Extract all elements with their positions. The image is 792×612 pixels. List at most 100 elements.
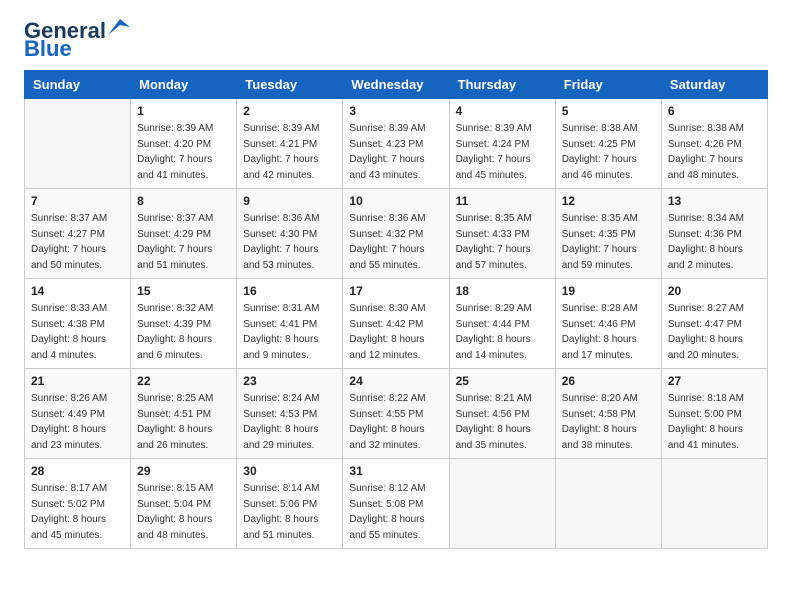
calendar-cell: 10 Sunrise: 8:36 AM Sunset: 4:32 PM Dayli… (343, 189, 449, 279)
calendar-cell: 9 Sunrise: 8:36 AM Sunset: 4:30 PM Daylig… (237, 189, 343, 279)
day-info: Sunrise: 8:20 AM Sunset: 4:58 PM Dayligh… (562, 391, 655, 453)
day-number: 30 (243, 464, 336, 478)
day-info: Sunrise: 8:36 AM Sunset: 4:30 PM Dayligh… (243, 211, 336, 273)
day-number: 20 (668, 284, 761, 298)
weekday-header: Sunday (25, 71, 131, 99)
day-info: Sunrise: 8:29 AM Sunset: 4:44 PM Dayligh… (456, 301, 549, 363)
calendar-cell: 15Sunrise: 8:32 AM Sunset: 4:39 PM Dayli… (131, 279, 237, 369)
day-number: 13 (668, 194, 761, 208)
calendar-cell: 5 Sunrise: 8:38 AM Sunset: 4:25 PM Daylig… (555, 99, 661, 189)
day-number: 23 (243, 374, 336, 388)
calendar-cell: 7Sunrise: 8:37 AM Sunset: 4:27 PM Daylig… (25, 189, 131, 279)
calendar-cell: 22 Sunrise: 8:25 AM Sunset: 4:51 PM Dayli… (131, 369, 237, 459)
calendar-week-row: 7Sunrise: 8:37 AM Sunset: 4:27 PM Daylig… (25, 189, 768, 279)
weekday-header: Saturday (661, 71, 767, 99)
day-info: Sunrise: 8:25 AM Sunset: 4:51 PM Dayligh… (137, 391, 230, 453)
day-info: Sunrise: 8:27 AM Sunset: 4:47 PM Dayligh… (668, 301, 761, 363)
day-number: 27 (668, 374, 761, 388)
day-number: 11 (456, 194, 549, 208)
day-number: 29 (137, 464, 230, 478)
calendar-cell: 26 Sunrise: 8:20 AM Sunset: 4:58 PM Dayli… (555, 369, 661, 459)
day-number: 2 (243, 104, 336, 118)
day-number: 12 (562, 194, 655, 208)
day-number: 8 (137, 194, 230, 208)
day-info: Sunrise: 8:38 AM Sunset: 4:25 PM Dayligh… (562, 121, 655, 183)
calendar-cell: 21 Sunrise: 8:26 AM Sunset: 4:49 PM Dayli… (25, 369, 131, 459)
calendar-cell: 23Sunrise: 8:24 AM Sunset: 4:53 PM Dayli… (237, 369, 343, 459)
day-info: Sunrise: 8:26 AM Sunset: 4:49 PM Dayligh… (31, 391, 124, 453)
calendar-cell (25, 99, 131, 189)
day-number: 31 (349, 464, 442, 478)
page-header: General Blue (24, 20, 768, 60)
calendar-cell: 11Sunrise: 8:35 AM Sunset: 4:33 PM Dayli… (449, 189, 555, 279)
calendar-week-row: 14 Sunrise: 8:33 AM Sunset: 4:38 PM Dayli… (25, 279, 768, 369)
day-number: 19 (562, 284, 655, 298)
calendar-header: SundayMondayTuesdayWednesdayThursdayFrid… (25, 71, 768, 99)
calendar-cell (555, 459, 661, 549)
calendar-cell: 4 Sunrise: 8:39 AM Sunset: 4:24 PM Daylig… (449, 99, 555, 189)
calendar-cell: 1 Sunrise: 8:39 AM Sunset: 4:20 PM Daylig… (131, 99, 237, 189)
day-info: Sunrise: 8:34 AM Sunset: 4:36 PM Dayligh… (668, 211, 761, 273)
day-number: 22 (137, 374, 230, 388)
day-info: Sunrise: 8:37 AM Sunset: 4:27 PM Dayligh… (31, 211, 124, 273)
day-info: Sunrise: 8:35 AM Sunset: 4:35 PM Dayligh… (562, 211, 655, 273)
day-number: 9 (243, 194, 336, 208)
day-number: 17 (349, 284, 442, 298)
day-info: Sunrise: 8:38 AM Sunset: 4:26 PM Dayligh… (668, 121, 761, 183)
calendar-cell: 14 Sunrise: 8:33 AM Sunset: 4:38 PM Dayli… (25, 279, 131, 369)
calendar-week-row: 28Sunrise: 8:17 AM Sunset: 5:02 PM Dayli… (25, 459, 768, 549)
logo-bird-icon (108, 19, 130, 35)
calendar-body: 1 Sunrise: 8:39 AM Sunset: 4:20 PM Daylig… (25, 99, 768, 549)
calendar-cell: 17 Sunrise: 8:30 AM Sunset: 4:42 PM Dayli… (343, 279, 449, 369)
weekday-header: Monday (131, 71, 237, 99)
calendar-cell (661, 459, 767, 549)
day-number: 10 (349, 194, 442, 208)
calendar-cell: 30 Sunrise: 8:14 AM Sunset: 5:06 PM Dayli… (237, 459, 343, 549)
day-number: 3 (349, 104, 442, 118)
logo-text-blue: Blue (24, 38, 72, 60)
day-info: Sunrise: 8:18 AM Sunset: 5:00 PM Dayligh… (668, 391, 761, 453)
calendar-cell: 12 Sunrise: 8:35 AM Sunset: 4:35 PM Dayli… (555, 189, 661, 279)
calendar-cell: 2 Sunrise: 8:39 AM Sunset: 4:21 PM Daylig… (237, 99, 343, 189)
day-number: 5 (562, 104, 655, 118)
calendar-cell: 3 Sunrise: 8:39 AM Sunset: 4:23 PM Daylig… (343, 99, 449, 189)
weekday-header: Thursday (449, 71, 555, 99)
day-info: Sunrise: 8:39 AM Sunset: 4:23 PM Dayligh… (349, 121, 442, 183)
day-info: Sunrise: 8:17 AM Sunset: 5:02 PM Dayligh… (31, 481, 124, 543)
day-number: 4 (456, 104, 549, 118)
day-number: 21 (31, 374, 124, 388)
weekday-header-row: SundayMondayTuesdayWednesdayThursdayFrid… (25, 71, 768, 99)
calendar-table: SundayMondayTuesdayWednesdayThursdayFrid… (24, 70, 768, 549)
calendar-cell: 29Sunrise: 8:15 AM Sunset: 5:04 PM Dayli… (131, 459, 237, 549)
calendar-cell: 8Sunrise: 8:37 AM Sunset: 4:29 PM Daylig… (131, 189, 237, 279)
day-info: Sunrise: 8:30 AM Sunset: 4:42 PM Dayligh… (349, 301, 442, 363)
day-info: Sunrise: 8:33 AM Sunset: 4:38 PM Dayligh… (31, 301, 124, 363)
day-number: 15 (137, 284, 230, 298)
calendar-cell: 18 Sunrise: 8:29 AM Sunset: 4:44 PM Dayli… (449, 279, 555, 369)
weekday-header: Friday (555, 71, 661, 99)
calendar-cell: 19Sunrise: 8:28 AM Sunset: 4:46 PM Dayli… (555, 279, 661, 369)
day-info: Sunrise: 8:21 AM Sunset: 4:56 PM Dayligh… (456, 391, 549, 453)
day-info: Sunrise: 8:39 AM Sunset: 4:20 PM Dayligh… (137, 121, 230, 183)
calendar-cell: 6 Sunrise: 8:38 AM Sunset: 4:26 PM Daylig… (661, 99, 767, 189)
calendar-cell: 28Sunrise: 8:17 AM Sunset: 5:02 PM Dayli… (25, 459, 131, 549)
day-number: 1 (137, 104, 230, 118)
calendar-cell: 24Sunrise: 8:22 AM Sunset: 4:55 PM Dayli… (343, 369, 449, 459)
calendar-cell: 20 Sunrise: 8:27 AM Sunset: 4:47 PM Dayli… (661, 279, 767, 369)
calendar-cell (449, 459, 555, 549)
weekday-header: Tuesday (237, 71, 343, 99)
day-info: Sunrise: 8:36 AM Sunset: 4:32 PM Dayligh… (349, 211, 442, 273)
day-number: 18 (456, 284, 549, 298)
calendar-cell: 16Sunrise: 8:31 AM Sunset: 4:41 PM Dayli… (237, 279, 343, 369)
logo: General Blue (24, 20, 130, 60)
day-number: 14 (31, 284, 124, 298)
day-info: Sunrise: 8:14 AM Sunset: 5:06 PM Dayligh… (243, 481, 336, 543)
calendar-cell: 31Sunrise: 8:12 AM Sunset: 5:08 PM Dayli… (343, 459, 449, 549)
calendar-week-row: 21 Sunrise: 8:26 AM Sunset: 4:49 PM Dayli… (25, 369, 768, 459)
day-info: Sunrise: 8:39 AM Sunset: 4:24 PM Dayligh… (456, 121, 549, 183)
day-info: Sunrise: 8:39 AM Sunset: 4:21 PM Dayligh… (243, 121, 336, 183)
day-number: 26 (562, 374, 655, 388)
day-number: 16 (243, 284, 336, 298)
day-number: 6 (668, 104, 761, 118)
calendar-cell: 25Sunrise: 8:21 AM Sunset: 4:56 PM Dayli… (449, 369, 555, 459)
